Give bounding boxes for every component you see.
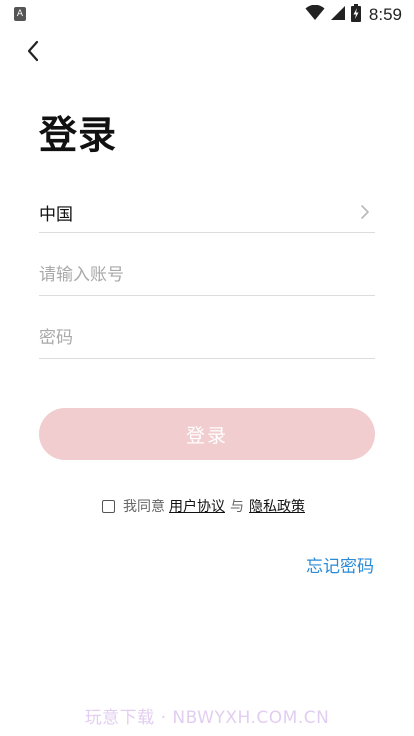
wifi-icon xyxy=(305,4,325,25)
forgot-password-link[interactable]: 忘记密码 xyxy=(306,552,374,577)
back-button[interactable] xyxy=(18,38,48,68)
country-value: 中国 xyxy=(39,204,73,225)
cell-signal-icon xyxy=(330,5,346,25)
password-field xyxy=(39,318,375,359)
password-input[interactable] xyxy=(39,318,375,358)
chevron-left-icon xyxy=(26,40,40,66)
country-selector[interactable]: 中国 xyxy=(39,192,375,233)
status-bar-right: 8:59 xyxy=(305,4,402,26)
notification-app-icon: A xyxy=(14,7,26,21)
battery-charging-icon xyxy=(350,4,361,26)
status-time: 8:59 xyxy=(368,5,402,24)
account-input[interactable] xyxy=(39,255,375,295)
privacy-policy-link[interactable]: 隐私政策 xyxy=(249,496,305,516)
login-button[interactable]: 登录 xyxy=(39,408,375,460)
agreement-row: 我同意 用户协议 与 隐私政策 xyxy=(102,496,305,516)
account-field xyxy=(39,255,375,296)
chevron-right-icon xyxy=(355,202,375,222)
agreement-checkbox[interactable] xyxy=(102,499,115,513)
agreement-conjunction: 与 xyxy=(230,499,244,515)
user-agreement-link[interactable]: 用户协议 xyxy=(169,496,225,516)
status-bar: A 8:59 xyxy=(0,0,414,30)
watermark: 玩意下载 · NBWYXH.COM.CN xyxy=(84,708,330,728)
page-title: 登录 xyxy=(39,113,118,157)
agreement-prefix: 我同意 xyxy=(123,499,165,515)
